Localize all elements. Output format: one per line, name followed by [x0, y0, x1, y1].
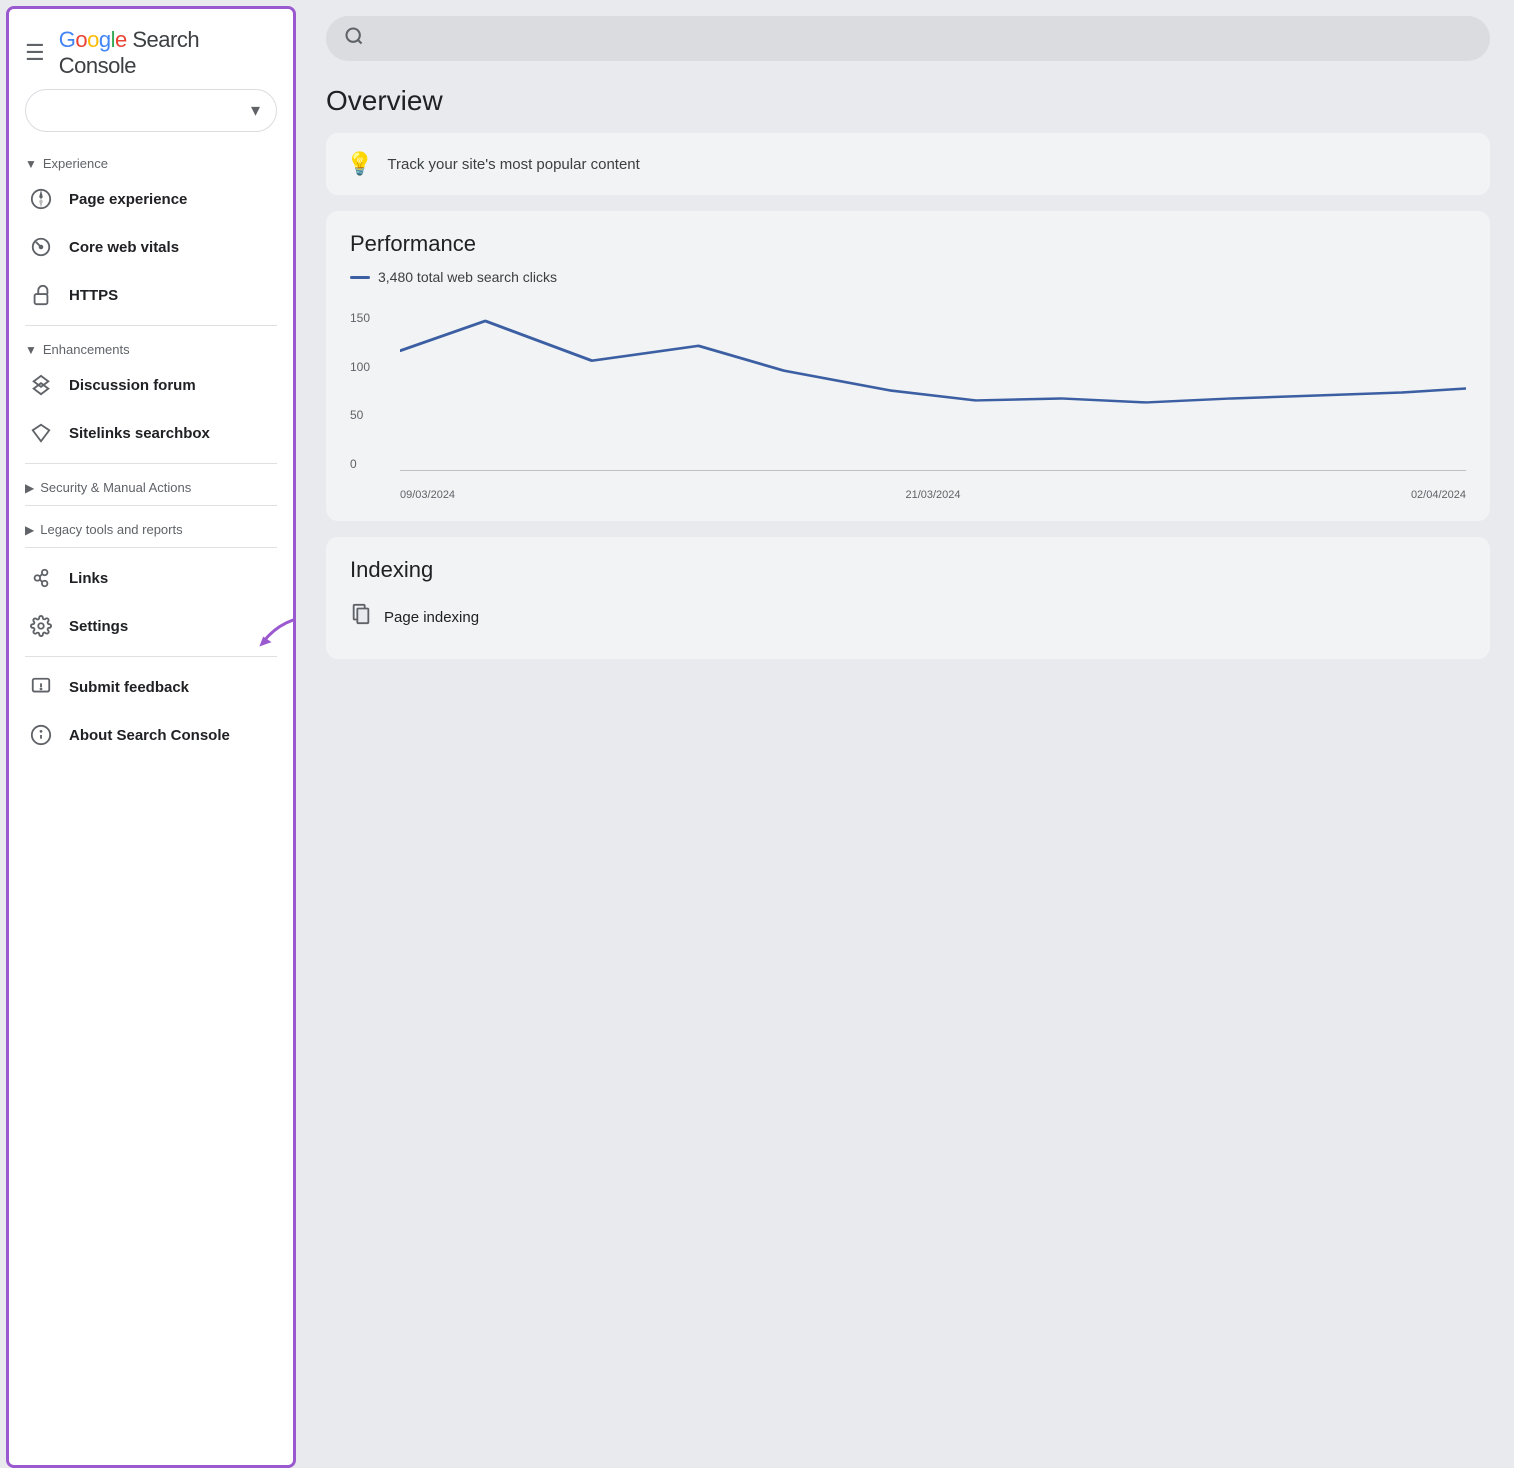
settings-label: Settings: [69, 618, 128, 635]
sidebar-item-core-web-vitals[interactable]: Core web vitals: [9, 223, 281, 271]
sidebar-item-settings[interactable]: Settings: [9, 602, 281, 650]
sidebar-item-submit-feedback[interactable]: Submit feedback: [9, 663, 281, 711]
search-bar[interactable]: [326, 16, 1490, 61]
sidebar-item-about[interactable]: About Search Console: [9, 711, 281, 759]
info-icon: [29, 723, 53, 747]
divider-3: [25, 505, 277, 506]
x-label-3: 02/04/2024: [1411, 489, 1466, 501]
sidebar-item-links[interactable]: Links: [9, 554, 281, 602]
section-experience[interactable]: ▼ Experience: [9, 146, 293, 175]
about-label: About Search Console: [69, 727, 230, 744]
indexing-row[interactable]: Page indexing: [350, 595, 1466, 639]
y-label-50: 50: [350, 408, 370, 422]
section-enhancements-label: Enhancements: [43, 342, 130, 357]
search-icon: [344, 26, 364, 51]
gear-icon: [29, 614, 53, 638]
section-enhancements[interactable]: ▼ Enhancements: [9, 332, 293, 361]
indexing-card: Indexing Page indexing: [326, 537, 1490, 659]
logo-o1: o: [75, 27, 87, 52]
perf-subtitle-text: 3,480 total web search clicks: [378, 269, 557, 285]
diamond-icon: [29, 421, 53, 445]
sidebar: ☰ Google Search Console ▾ ▼ Experience P…: [6, 6, 296, 1468]
sidebar-item-https[interactable]: HTTPS: [9, 271, 281, 319]
track-text: Track your site's most popular content: [387, 156, 639, 173]
content-area: 💡 Track your site's most popular content…: [302, 133, 1514, 659]
perf-subtitle: 3,480 total web search clicks: [350, 269, 1466, 285]
chart-area: [400, 311, 1466, 471]
page-indexing-label: Page indexing: [384, 609, 479, 626]
chevron-down-icon: ▾: [251, 100, 260, 121]
collapse-arrow-experience: ▼: [25, 157, 37, 171]
section-security[interactable]: ▶ Security & Manual Actions: [9, 470, 293, 499]
collapse-arrow-enhancements: ▼: [25, 343, 37, 357]
page-indexing-icon: [350, 603, 372, 631]
main-content: Overview 💡 Track your site's most popula…: [302, 0, 1514, 1462]
discussion-forum-label: Discussion forum: [69, 377, 196, 394]
collapse-arrow-security: ▶: [25, 481, 34, 495]
chart-x-labels: 09/03/2024 21/03/2024 02/04/2024: [400, 489, 1466, 501]
sidebar-header: ☰ Google Search Console: [9, 9, 293, 89]
x-label-1: 09/03/2024: [400, 489, 455, 501]
lock-icon: [29, 283, 53, 307]
diamond-stack-icon: [29, 373, 53, 397]
y-label-150: 150: [350, 311, 370, 325]
divider-2: [25, 463, 277, 464]
links-label: Links: [69, 570, 108, 587]
logo-o2: o: [87, 27, 99, 52]
top-bar: [302, 0, 1514, 77]
divider-4: [25, 547, 277, 548]
links-icon: [29, 566, 53, 590]
sidebar-item-page-experience[interactable]: Page experience: [9, 175, 281, 223]
indexing-title: Indexing: [350, 557, 1466, 583]
bulb-icon: 💡: [346, 151, 373, 177]
sitelinks-searchbox-label: Sitelinks searchbox: [69, 425, 210, 442]
performance-chart: 150 100 50 0 09/03/2024 21/03/2024 02/04…: [350, 301, 1466, 501]
track-banner: 💡 Track your site's most popular content: [326, 133, 1490, 195]
speed-icon: [29, 235, 53, 259]
sidebar-item-discussion-forum[interactable]: Discussion forum: [9, 361, 281, 409]
chart-y-labels: 150 100 50 0: [350, 311, 370, 471]
compass-icon: [29, 187, 53, 211]
menu-icon[interactable]: ☰: [25, 40, 45, 66]
submit-feedback-label: Submit feedback: [69, 679, 189, 696]
core-web-vitals-label: Core web vitals: [69, 239, 179, 256]
y-label-100: 100: [350, 360, 370, 374]
performance-card: Performance 3,480 total web search click…: [326, 211, 1490, 521]
section-legacy-label: Legacy tools and reports: [40, 522, 182, 537]
section-security-label: Security & Manual Actions: [40, 480, 191, 495]
blue-line-icon: [350, 276, 370, 279]
logo-G: G: [59, 27, 76, 52]
sidebar-item-sitelinks-searchbox[interactable]: Sitelinks searchbox: [9, 409, 281, 457]
feedback-icon: [29, 675, 53, 699]
overview-title: Overview: [302, 77, 1514, 133]
x-label-2: 21/03/2024: [905, 489, 960, 501]
logo-g: g: [99, 27, 111, 52]
y-label-0: 0: [350, 457, 370, 471]
section-legacy[interactable]: ▶ Legacy tools and reports: [9, 512, 293, 541]
chart-svg: [400, 311, 1466, 470]
page-experience-label: Page experience: [69, 191, 187, 208]
logo-e: e: [115, 27, 127, 52]
divider-1: [25, 325, 277, 326]
https-label: HTTPS: [69, 287, 118, 304]
divider-5: [25, 656, 277, 657]
property-selector[interactable]: ▾: [25, 89, 277, 132]
performance-title: Performance: [350, 231, 1466, 257]
collapse-arrow-legacy: ▶: [25, 523, 34, 537]
logo: Google Search Console: [59, 27, 277, 79]
section-experience-label: Experience: [43, 156, 108, 171]
